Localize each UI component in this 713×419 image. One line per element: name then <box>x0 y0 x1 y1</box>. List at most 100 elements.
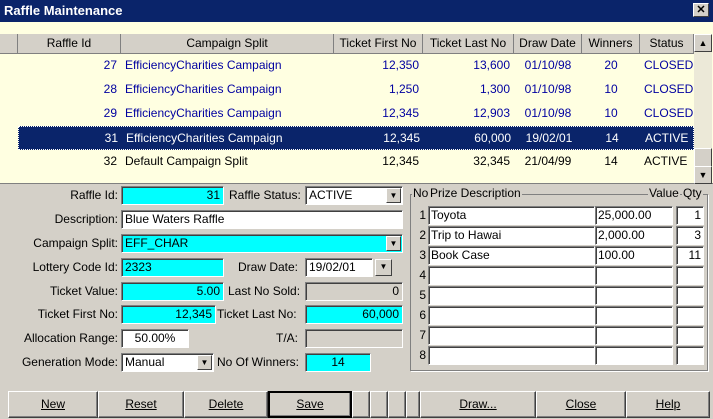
ticket-value-label: Ticket Value: <box>49 284 118 298</box>
no-of-winners-field[interactable]: 14 <box>305 353 371 372</box>
lottery-code-field[interactable]: 2323 <box>121 258 224 277</box>
cell-winners: 10 <box>604 82 618 96</box>
window-title: Raffle Maintenance <box>4 3 123 18</box>
col-ticket-last[interactable]: Ticket Last No <box>423 34 514 54</box>
blank-button-1[interactable] <box>352 391 370 418</box>
delete-button[interactable]: Delete <box>184 391 268 418</box>
cell-ticket-first: 12,345 <box>383 131 420 145</box>
calendar-dropdown-icon[interactable]: ▼ <box>375 259 392 276</box>
cell-ticket-last: 32,345 <box>473 154 510 168</box>
scroll-down-button[interactable]: ▼ <box>694 166 712 184</box>
prize-value-cell[interactable]: 25,000.00 <box>595 206 673 225</box>
grid-scrollbar[interactable]: ▲ ▼ <box>694 34 712 184</box>
campaign-split-value: EFF_CHAR <box>125 236 189 250</box>
prize-qty-cell[interactable] <box>676 266 704 285</box>
cell-raffle-id: 32 <box>103 154 117 168</box>
prize-qty-cell[interactable] <box>676 326 704 345</box>
cell-campaign-split: EfficiencyCharities Campaign <box>125 106 282 120</box>
lottery-code-label: Lottery Code Id: <box>32 260 118 274</box>
cell-raffle-id: 31 <box>104 131 118 145</box>
prize-description-cell[interactable]: Trip to Hawai <box>428 226 595 245</box>
prize-qty-cell[interactable]: 3 <box>676 226 704 245</box>
col-ticket-first[interactable]: Ticket First No <box>334 34 423 54</box>
prize-value-cell[interactable] <box>595 346 673 365</box>
col-status[interactable]: Status <box>640 34 694 54</box>
prize-description-cell[interactable] <box>428 286 595 305</box>
help-button[interactable]: Help <box>626 391 710 418</box>
prize-value-cell[interactable]: 100.00 <box>595 246 673 265</box>
prize-row-number: 2 <box>419 228 426 242</box>
new-button-label: New <box>40 397 65 411</box>
draw-button-label: Draw... <box>459 397 497 411</box>
allocation-range-field[interactable]: 50.00% <box>121 329 189 348</box>
draw-date-field[interactable]: 19/02/01 <box>305 258 373 277</box>
col-winners[interactable]: Winners <box>582 34 640 54</box>
chevron-down-icon[interactable]: ▼ <box>197 355 212 370</box>
prize-qty-cell[interactable]: 1 <box>676 206 704 225</box>
prize-description-cell[interactable] <box>428 326 595 345</box>
close-window-button[interactable]: ✕ <box>693 3 709 17</box>
cell-status: CLOSED <box>644 58 694 72</box>
prize-row-number: 1 <box>419 208 426 222</box>
blank-button-4[interactable] <box>406 391 420 418</box>
generation-mode-select[interactable]: Manual ▼ <box>121 353 214 372</box>
prize-col-description: Prize Description <box>429 186 522 200</box>
cell-ticket-last: 1,300 <box>479 82 510 96</box>
cell-ticket-first: 12,345 <box>382 154 419 168</box>
reset-button[interactable]: Reset <box>98 391 184 418</box>
generation-mode-label: Generation Mode: <box>21 355 118 369</box>
cell-ticket-first: 12,350 <box>382 58 419 72</box>
raffle-status-value: ACTIVE <box>309 188 353 202</box>
close-button[interactable]: Close <box>536 391 626 418</box>
prize-value-cell[interactable] <box>595 326 673 345</box>
chevron-down-icon[interactable]: ▼ <box>386 188 401 203</box>
campaign-split-select[interactable]: EFF_CHAR ▼ <box>121 234 403 253</box>
cell-ticket-first: 1,250 <box>388 82 419 96</box>
ta-label: T/A: <box>276 331 299 345</box>
cell-status: ACTIVE <box>644 154 688 168</box>
col-raffle-id[interactable]: Raffle Id <box>18 34 121 54</box>
scroll-thumb[interactable] <box>694 148 712 168</box>
blank-button-2[interactable] <box>370 391 388 418</box>
prize-value-cell[interactable] <box>595 286 673 305</box>
cell-status: CLOSED <box>644 106 694 120</box>
table-row[interactable]: 31 EfficiencyCharities Campaign 12,345 60,0… <box>18 126 694 150</box>
table-row[interactable]: 29 EfficiencyCharities Campaign 12,345 12,9… <box>18 102 694 126</box>
chevron-down-icon[interactable]: ▼ <box>386 236 401 251</box>
cell-draw-date: 01/10/98 <box>524 106 572 120</box>
raffle-id-label: Raffle Id: <box>70 188 118 202</box>
prize-qty-cell[interactable] <box>676 306 704 325</box>
ticket-last-field[interactable]: 60,000 <box>305 305 403 324</box>
ticket-first-field[interactable]: 12,345 <box>121 305 216 324</box>
table-row[interactable]: 32 Default Campaign Split 12,345 32,345 21/0… <box>18 150 694 174</box>
prize-row-number: 4 <box>419 268 426 282</box>
new-button[interactable]: New <box>8 391 98 418</box>
prize-description-cell[interactable] <box>428 266 595 285</box>
prize-qty-cell[interactable] <box>676 346 704 365</box>
col-campaign-split[interactable]: Campaign Split <box>121 34 334 54</box>
delete-button-label: Delete <box>208 397 244 411</box>
ticket-value-field[interactable]: 5.00 <box>121 282 224 301</box>
blank-button-3[interactable] <box>388 391 406 418</box>
prize-value-cell[interactable] <box>595 266 673 285</box>
draw-button[interactable]: Draw... <box>420 391 536 418</box>
table-row[interactable]: 28 EfficiencyCharities Campaign 1,250 1,300… <box>18 78 694 102</box>
raffle-status-select[interactable]: ACTIVE ▼ <box>305 186 403 205</box>
prize-description-cell[interactable] <box>428 346 595 365</box>
prize-row-number: 5 <box>419 288 426 302</box>
prize-value-cell[interactable] <box>595 306 673 325</box>
prize-description-cell[interactable] <box>428 306 595 325</box>
description-field[interactable]: Blue Waters Raffle <box>121 210 403 229</box>
save-button[interactable]: Save <box>268 391 352 418</box>
raffle-id-field[interactable]: 31 <box>121 186 224 205</box>
prize-description-cell[interactable]: Toyota <box>428 206 595 225</box>
prize-qty-cell[interactable]: 11 <box>676 246 704 265</box>
table-row[interactable]: 27 EfficiencyCharities Campaign 12,350 13,6… <box>18 54 694 78</box>
allocation-range-label: Allocation Range: <box>23 331 118 345</box>
prize-qty-cell[interactable] <box>676 286 704 305</box>
prize-value-cell[interactable]: 2,000.00 <box>595 226 673 245</box>
scroll-up-button[interactable]: ▲ <box>694 34 712 52</box>
col-draw-date[interactable]: Draw Date <box>514 34 582 54</box>
prize-description-cell[interactable]: Book Case <box>428 246 595 265</box>
help-button-label: Help <box>655 397 681 411</box>
